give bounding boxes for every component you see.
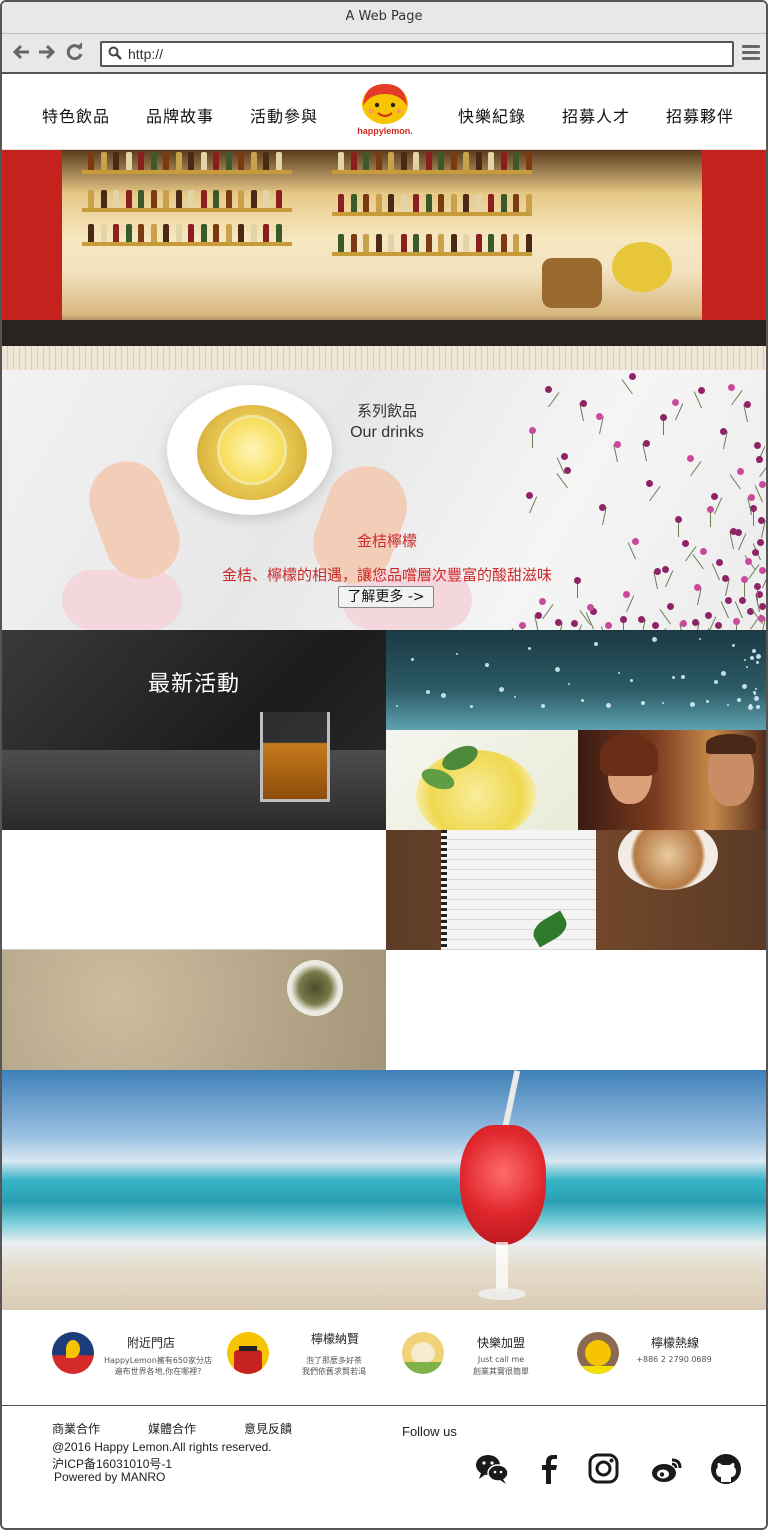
product-description: 金桔、檸檬的相遇，讓您品嚐層次豐富的酸甜滋味 [221, 566, 552, 584]
wechat-icon[interactable] [475, 1452, 509, 1486]
latest-activities-title: 最新活動 [147, 672, 240, 697]
back-arrow-icon[interactable] [10, 42, 32, 64]
info-title-2: 檸檬納賢 [310, 1332, 359, 1346]
url-bar[interactable]: http:// [100, 41, 734, 67]
hamburger-menu-icon[interactable] [742, 45, 760, 61]
hotline-mascot-icon [577, 1332, 619, 1374]
bubbles-image-tile[interactable] [386, 630, 766, 730]
franchise-mascot-icon [402, 1332, 444, 1374]
recruit-mascot-icon [227, 1332, 269, 1374]
follow-us-label: Follow us [402, 1424, 457, 1439]
reload-icon[interactable] [64, 42, 86, 64]
drinks-section: 系列飲品 Our drinks 金桔檸檬 金桔、檸檬的相遇，讓您品嚐層次豐富的酸… [2, 370, 766, 630]
footer-link-feedback[interactable]: 意見反饋 [244, 1420, 292, 1437]
nav-item-recruit-talent[interactable]: 招募人才 [562, 103, 630, 127]
drinks-title-cn: 系列飲品 [356, 402, 417, 420]
info-title-4: 檸檬熱線 [650, 1336, 699, 1350]
info-line-4a: +886 2 2790 0689 [636, 1355, 712, 1364]
footer-link-media[interactable]: 媒體合作 [148, 1420, 196, 1437]
drinks-title-en: Our drinks [350, 424, 424, 441]
empty-grid-cell-2 [386, 950, 766, 1070]
info-line-3b: 創業其實很簡單 [473, 1367, 529, 1376]
facebook-icon[interactable] [532, 1452, 566, 1486]
nav-item-happy-records[interactable]: 快樂紀錄 [458, 103, 526, 127]
browser-toolbar: http:// [2, 34, 766, 74]
weibo-icon[interactable] [650, 1452, 684, 1486]
sand-cup-image-tile[interactable] [2, 950, 386, 1070]
instagram-icon[interactable] [587, 1452, 621, 1486]
learn-more-button[interactable]: 了解更多 -> [338, 586, 434, 608]
nav-item-featured-drinks[interactable]: 特色飲品 [42, 103, 110, 127]
window-title: A Web Page [345, 9, 423, 24]
forward-arrow-icon[interactable] [36, 42, 58, 64]
lemon-slice-image [217, 415, 287, 485]
info-title-3: 快樂加盟 [476, 1336, 525, 1350]
info-title-1: 附近門店 [126, 1336, 175, 1350]
nav-item-recruit-partners[interactable]: 招募夥伴 [666, 103, 734, 127]
copyright-text: @2016 Happy Lemon.All rights reserved. [52, 1440, 272, 1454]
happy-lemon-logo[interactable]: happylemon. [352, 80, 418, 146]
site-navigation: 特色飲品 品牌故事 活動參與 happylemon. 快樂紀錄 招募人才 招募夥… [2, 76, 766, 150]
nav-item-brand-story[interactable]: 品牌故事 [146, 103, 214, 127]
url-text: http:// [128, 46, 164, 62]
browser-window: A Web Page http:// 特色飲品 品牌故事 活動參與 happyl… [0, 0, 768, 1530]
github-icon[interactable] [709, 1452, 743, 1486]
window-title-bar: A Web Page [2, 2, 766, 34]
lemon-water-image-tile[interactable] [386, 730, 578, 830]
logo-text: happylemon. [357, 126, 413, 136]
info-line-1b: 遍布世界各地,你在哪裡? [114, 1367, 202, 1376]
info-line-1a: HappyLemon擁有650家分店 [103, 1356, 213, 1365]
info-line-3a: Just call me [477, 1355, 525, 1364]
info-section: 附近門店 HappyLemon擁有650家分店 遍布世界各地,你在哪裡? 檸檬納… [2, 1310, 766, 1406]
powered-by-text: Powered by MANRO [54, 1470, 166, 1484]
footer-link-business[interactable]: 商業合作 [52, 1420, 100, 1437]
nav-item-events[interactable]: 活動參與 [250, 103, 318, 127]
latest-activities-tile[interactable]: 最新活動 [2, 630, 386, 830]
store-map-icon [52, 1332, 94, 1374]
info-line-2a: 泡了那麼多好茶 [306, 1356, 362, 1365]
coffee-notebook-image-tile[interactable] [386, 830, 766, 950]
footer: 商業合作 媒體合作 意見反饋 @2016 Happy Lemon.All rig… [2, 1407, 766, 1528]
info-line-2b: 我們依舊求賢若渴 [302, 1367, 366, 1376]
beach-drink-image [2, 1070, 766, 1310]
couple-image-tile[interactable] [578, 730, 766, 830]
empty-grid-cell [2, 830, 386, 950]
bar-hero-image [2, 150, 766, 370]
product-name: 金桔檸檬 [356, 532, 417, 550]
search-icon [108, 46, 122, 60]
whiskey-glass-image [260, 712, 330, 802]
red-cocktail-image [460, 1125, 546, 1245]
